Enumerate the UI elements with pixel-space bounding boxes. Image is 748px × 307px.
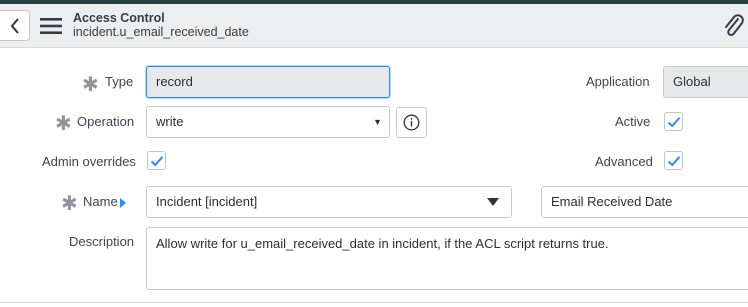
- advanced-label: Advanced: [595, 154, 653, 169]
- active-label: Active: [615, 114, 651, 129]
- info-icon: [403, 114, 420, 131]
- checkmark-icon: [667, 116, 680, 127]
- type-field[interactable]: record: [146, 66, 390, 98]
- reference-arrow-icon[interactable]: [120, 198, 126, 208]
- operation-value: write: [156, 114, 184, 129]
- paperclip-icon: [725, 14, 744, 36]
- description-textarea[interactable]: Allow write for u_email_received_date in…: [146, 227, 748, 290]
- record-name: incident.u_email_received_date: [73, 25, 249, 39]
- operation-info-button[interactable]: [396, 107, 427, 138]
- operation-select[interactable]: write ▼: [146, 106, 390, 138]
- application-label: Application: [586, 74, 650, 89]
- form-header: Access Control incident.u_email_received…: [0, 4, 748, 48]
- admin-overrides-checkbox[interactable]: [147, 151, 166, 170]
- name-label: Name: [83, 194, 118, 209]
- admin-overrides-label: Admin overrides: [42, 154, 136, 169]
- required-icon: ✱: [61, 193, 78, 215]
- page-title: Access Control: [73, 11, 165, 25]
- type-label: Type: [105, 74, 134, 89]
- hamburger-menu-button[interactable]: [40, 16, 62, 36]
- required-icon: ✱: [55, 113, 72, 135]
- application-field[interactable]: Global: [663, 66, 748, 98]
- advanced-checkbox[interactable]: [664, 151, 683, 170]
- chevron-left-icon: [10, 17, 19, 34]
- name-table-value: Incident [incident]: [156, 194, 258, 209]
- description-label: Description: [69, 234, 135, 249]
- operation-label: Operation: [77, 114, 135, 129]
- checkmark-icon: [667, 155, 680, 166]
- attachment-button[interactable]: [722, 14, 746, 38]
- divider: [0, 302, 748, 303]
- name-table-select[interactable]: Incident [incident]: [146, 186, 512, 218]
- header-titles: Access Control incident.u_email_received…: [73, 11, 249, 39]
- checkmark-icon: [150, 155, 163, 166]
- name-field-select[interactable]: Email Received Date: [541, 186, 748, 218]
- back-button[interactable]: [0, 10, 30, 41]
- required-icon: ✱: [82, 74, 99, 96]
- chevron-down-icon: ▼: [373, 117, 382, 127]
- hamburger-icon: [40, 18, 62, 34]
- active-checkbox[interactable]: [664, 112, 683, 131]
- chevron-down-icon: [487, 198, 499, 206]
